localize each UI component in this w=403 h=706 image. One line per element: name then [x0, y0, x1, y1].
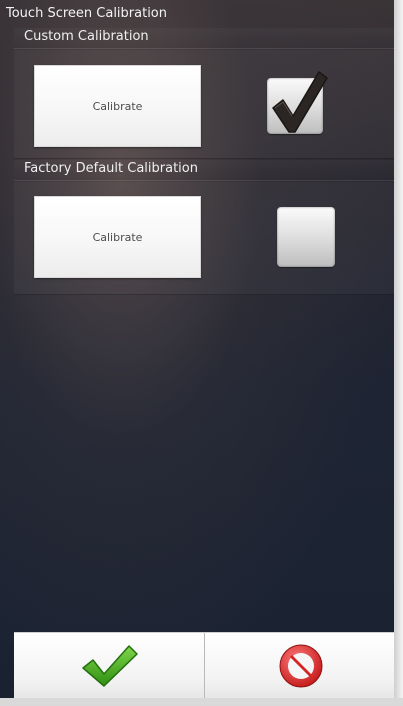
- custom-calibration-checkbox[interactable]: [267, 71, 328, 134]
- ok-button[interactable]: [14, 633, 205, 699]
- bottom-action-bar: [14, 632, 396, 699]
- custom-calibration-header: Custom Calibration: [14, 28, 394, 49]
- factory-calibration-title: Factory Default Calibration: [24, 161, 198, 176]
- cancel-button[interactable]: [205, 633, 396, 699]
- factory-calibration-header: Factory Default Calibration: [14, 160, 394, 181]
- custom-calibrate-button[interactable]: Calibrate: [34, 65, 201, 147]
- calibration-screen: Touch Screen Calibration Custom Calibrat…: [0, 0, 403, 706]
- factory-calibrate-button[interactable]: Calibrate: [34, 196, 201, 278]
- factory-calibration-checkbox[interactable]: [277, 207, 335, 267]
- window-title: Touch Screen Calibration: [6, 6, 168, 21]
- green-checkmark-icon: [82, 645, 138, 687]
- screen-bezel-bottom: [0, 698, 403, 706]
- custom-calibration-title: Custom Calibration: [24, 29, 149, 44]
- checkmark-icon: [272, 71, 328, 133]
- red-prohibited-icon: [279, 644, 322, 688]
- screen-bezel-right: [394, 0, 403, 706]
